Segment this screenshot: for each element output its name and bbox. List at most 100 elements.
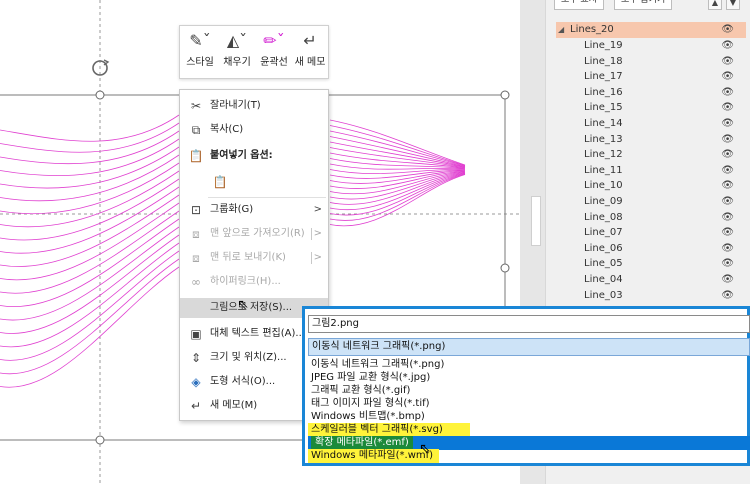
layer-name: Line_04 — [584, 274, 623, 285]
layer-row[interactable]: Line_10 👁 — [556, 178, 746, 194]
show-all-button[interactable]: 모두 표시 — [554, 0, 604, 10]
eye-icon[interactable]: 👁 — [721, 22, 734, 38]
line-shape[interactable] — [0, 138, 180, 177]
eye-icon[interactable]: 👁 — [721, 54, 734, 70]
line-shape[interactable] — [0, 154, 180, 202]
layer-name: Line_07 — [584, 227, 623, 239]
send-backward-icon[interactable]: ▼ — [726, 0, 740, 10]
eye-icon[interactable]: 👁 — [721, 288, 734, 304]
layer-row[interactable]: Line_05 👁 — [556, 256, 746, 272]
eye-icon[interactable]: 👁 — [721, 85, 734, 101]
paste-icon: 📋 — [188, 149, 204, 163]
bring-forward-icon[interactable]: ▲ — [708, 0, 722, 10]
fill-icon: ◭ˇ — [226, 31, 248, 50]
eye-icon[interactable]: 👁 — [721, 147, 734, 163]
resize-handle-right[interactable] — [500, 263, 510, 273]
file-type-option[interactable]: 태그 이미지 파일 형식(*.tif) — [308, 397, 750, 411]
layer-row[interactable]: Line_03 👁 — [556, 288, 746, 304]
save-as-type-dropdown: 그림2.png 이동식 네트워크 그래픽(*.png) 이동식 네트워크 그래픽… — [302, 306, 750, 466]
comment-icon: ↵ — [190, 399, 202, 413]
layer-row[interactable]: Line_14 👁 — [556, 116, 746, 132]
line-shape[interactable] — [0, 122, 180, 153]
eye-icon[interactable]: 👁 — [721, 241, 734, 257]
layer-row[interactable]: Line_12 👁 — [556, 147, 746, 163]
hyperlink-menu-item[interactable]: ∞ 하이퍼링크(H)... — [180, 272, 328, 292]
collapse-triangle-icon: ◢ — [558, 25, 565, 34]
file-type-option[interactable]: Windows 비트맵(*.bmp) — [308, 410, 750, 424]
submenu-arrow-icon: > — [313, 252, 322, 263]
line-shape[interactable] — [0, 242, 180, 348]
eye-icon[interactable]: 👁 — [721, 256, 734, 272]
eye-icon[interactable]: 👁 — [721, 116, 734, 132]
emf-highlight: 확장 메타파일(*.emf) — [311, 436, 413, 450]
eye-icon[interactable]: 👁 — [721, 100, 734, 116]
layer-row[interactable]: Line_15 👁 — [556, 100, 746, 116]
new-comment-icon: ↵ — [303, 31, 317, 50]
line-shape[interactable] — [0, 114, 180, 142]
layer-row[interactable]: Line_08 👁 — [556, 210, 746, 226]
eye-icon[interactable]: 👁 — [721, 132, 734, 148]
resize-handle-top[interactable] — [95, 90, 105, 100]
layer-row[interactable]: Line_17 👁 — [556, 69, 746, 85]
format-shape-icon: ◈ — [191, 375, 201, 389]
layer-row[interactable]: Line_04 👁 — [556, 272, 746, 288]
line-shape[interactable] — [0, 186, 180, 254]
resize-handle-bottom[interactable] — [95, 435, 105, 445]
layer-row[interactable]: Line_16 👁 — [556, 85, 746, 101]
cut-menu-item[interactable]: ✂ 잘라내기(T) — [180, 96, 328, 116]
layer-row[interactable]: Line_06 👁 — [556, 241, 746, 257]
file-type-option-emf[interactable]: 확장 메타파일(*.emf) — [308, 436, 750, 450]
eye-icon[interactable]: 👁 — [721, 178, 734, 194]
layer-row[interactable]: Line_19 👁 — [556, 38, 746, 54]
paste-as-picture-button[interactable]: 📋 — [204, 172, 244, 192]
file-type-select[interactable]: 이동식 네트워크 그래픽(*.png) — [308, 338, 750, 356]
eye-icon[interactable]: 👁 — [721, 272, 734, 288]
style-button[interactable]: ✎ˇ 스타일 — [183, 30, 217, 76]
scissors-icon: ✂ — [190, 99, 202, 113]
layer-row[interactable]: Line_13 👁 — [556, 132, 746, 148]
eye-icon[interactable]: 👁 — [721, 163, 734, 179]
group-menu-item[interactable]: ⊡ 그룹화(G) > — [180, 200, 328, 220]
file-type-option[interactable]: 그래픽 교환 형식(*.gif) — [308, 384, 750, 398]
layer-row[interactable]: Line_09 👁 — [556, 194, 746, 210]
paste-picture-icon: 📋 — [212, 175, 228, 189]
file-type-option[interactable]: JPEG 파일 교환 형식(*.jpg) — [308, 371, 750, 385]
eye-icon[interactable]: 👁 — [721, 38, 734, 54]
new-comment-button[interactable]: ↵ 새 메모 — [293, 30, 327, 76]
line-shape[interactable] — [329, 168, 466, 175]
line-shape[interactable] — [0, 146, 180, 189]
layer-name: Line_09 — [584, 196, 623, 207]
line-shape[interactable] — [329, 141, 466, 168]
slide-scrollbar-thumb[interactable] — [531, 196, 541, 246]
fill-button[interactable]: ◭ˇ 채우기 — [220, 30, 254, 76]
eye-icon[interactable]: 👁 — [721, 225, 734, 241]
resize-handle-top-right[interactable] — [500, 90, 510, 100]
layer-row[interactable]: Line_07 👁 — [556, 225, 746, 241]
layer-name: Line_11 — [584, 164, 623, 176]
layer-row[interactable]: Line_11 👁 — [556, 163, 746, 179]
hide-all-button[interactable]: 모두 숨기기 — [614, 0, 673, 10]
paste-options-heading: 📋 붙여넣기 옵션: — [188, 149, 273, 163]
line-shape[interactable] — [329, 125, 466, 166]
line-shape[interactable] — [0, 202, 180, 281]
split-separator — [311, 252, 312, 264]
outline-button[interactable]: ✏ˇ 윤곽선 — [257, 30, 291, 76]
file-type-option[interactable]: 이동식 네트워크 그래픽(*.png) — [308, 358, 750, 372]
eye-icon[interactable]: 👁 — [721, 210, 734, 226]
filename-input[interactable]: 그림2.png — [308, 315, 750, 333]
copy-menu-item[interactable]: ⧉ 복사(C) — [180, 120, 328, 140]
eye-icon[interactable]: 👁 — [721, 69, 734, 85]
bring-to-front-menu-item[interactable]: ⧈ 맨 앞으로 가져오기(R) > — [180, 224, 328, 244]
line-shape[interactable] — [329, 169, 466, 179]
line-shape[interactable] — [0, 266, 180, 388]
eye-icon[interactable]: 👁 — [721, 194, 734, 210]
send-to-back-menu-item[interactable]: ⧈ 맨 뒤로 보내기(K) > — [180, 248, 328, 268]
layer-row[interactable]: Line_18 👁 — [556, 54, 746, 70]
layer-name: Line_06 — [584, 242, 623, 254]
file-type-option-svg[interactable]: 스케일러블 벡터 그래픽(*.svg) — [308, 423, 470, 437]
line-shape[interactable] — [329, 130, 466, 167]
layer-group-row[interactable]: ◢ Lines_20 👁 — [556, 22, 746, 38]
layer-name: Line_19 — [584, 40, 623, 51]
line-shape[interactable] — [329, 174, 466, 227]
line-shape[interactable] — [0, 258, 180, 375]
